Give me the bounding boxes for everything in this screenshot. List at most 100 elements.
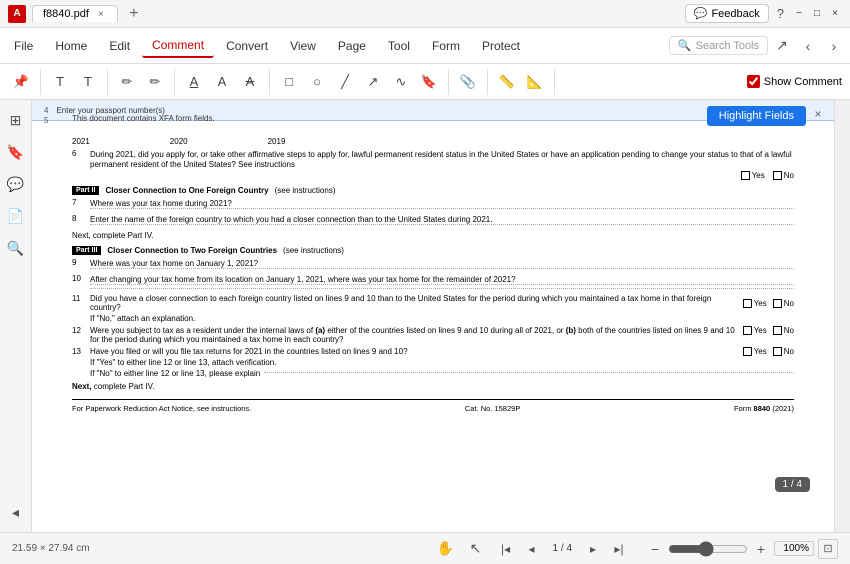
stamp-btn[interactable]: 🔖 [416, 69, 442, 95]
year-2019: 2019 [268, 137, 286, 146]
menu-view[interactable]: View [280, 35, 326, 57]
shape-btn-4[interactable]: ↗ [360, 69, 386, 95]
menu-form[interactable]: Form [422, 35, 470, 57]
measure-btn-2[interactable]: 📐 [522, 69, 548, 95]
zoom-slider[interactable] [668, 541, 748, 557]
minimize-button[interactable]: − [792, 7, 806, 21]
sticky-note-button[interactable]: 📌 [8, 69, 34, 95]
zoom-in-button[interactable]: + [752, 540, 770, 558]
menu-comment[interactable]: Comment [142, 34, 214, 58]
q12-content: Were you subject to tax as a resident un… [90, 326, 794, 344]
nav-back-button[interactable]: ‹ [796, 34, 820, 58]
q12-no: No [773, 326, 794, 335]
current-page: 1 [553, 543, 559, 554]
menu-protect[interactable]: Protect [472, 35, 530, 57]
q13-explain: If "No" to either line 12 or line 13, pl… [90, 369, 794, 378]
q12-no-box[interactable] [773, 326, 782, 335]
next-label-1: Next, complete Part IV. [72, 231, 154, 240]
text-btn-1[interactable]: T [47, 69, 73, 95]
shape-btn-2[interactable]: ○ [304, 69, 330, 95]
q6-no-box[interactable] [773, 171, 782, 180]
attach-btn[interactable]: 📎 [455, 69, 481, 95]
q6-checkboxes: Yes No [90, 171, 794, 180]
q13-subtext1: If "Yes" to either line 12 or line 13, a… [90, 358, 794, 367]
sidebar-page-thumbnail-icon[interactable]: ⊞ [4, 108, 28, 132]
q11-row: Did you have a closer connection to each… [90, 294, 794, 312]
q6-yes-box[interactable] [741, 171, 750, 180]
fit-page-button[interactable]: ⊡ [818, 539, 838, 559]
first-page-button[interactable]: |◂ [495, 538, 517, 560]
draw-btn[interactable]: ✏ [114, 69, 140, 95]
highlight-btn[interactable]: A [209, 69, 235, 95]
shape-btn-3[interactable]: ╱ [332, 69, 358, 95]
xfa-message: This document contains XFA form fields. [72, 114, 215, 123]
pdf-area: 4 Enter your passport number(s) 5 This d… [32, 100, 834, 532]
q7-text: Where was your tax home during 2021? [90, 199, 232, 208]
q11-text: Did you have a closer connection to each… [90, 294, 735, 312]
last-page-button[interactable]: ▸| [608, 538, 630, 560]
feedback-button[interactable]: 💬 Feedback [685, 4, 769, 23]
q13-subtext2: If "No" to either line 12 or line 13, pl… [90, 369, 260, 378]
menu-edit[interactable]: Edit [99, 35, 140, 57]
window-controls: − □ × [792, 7, 842, 21]
zoom-percentage[interactable]: 100% [774, 541, 814, 556]
sidebar-search-icon[interactable]: 🔍 [4, 236, 28, 260]
feedback-label: Feedback [711, 8, 759, 20]
footer-center: Cat. No. 15829P [465, 404, 520, 413]
menu-file[interactable]: File [4, 35, 43, 57]
next-label-2: complete Part IV. [94, 382, 155, 391]
q8-line [90, 224, 794, 225]
share-button[interactable]: ↗ [770, 34, 794, 58]
question-8: 8 Enter the name of the foreign country … [72, 214, 794, 227]
show-comment-checkbox[interactable] [747, 75, 760, 88]
hand-tool-button[interactable]: ✋ [435, 538, 457, 560]
menu-tool[interactable]: Tool [378, 35, 420, 57]
help-icon[interactable]: ? [777, 6, 784, 21]
next-page-button[interactable]: ▸ [582, 538, 604, 560]
shape-btn[interactable]: □ [276, 69, 302, 95]
q11-yes-box[interactable] [743, 299, 752, 308]
text-btn-2[interactable]: T [75, 69, 101, 95]
measure-btn[interactable]: 📏 [494, 69, 520, 95]
sidebar-pages-icon[interactable]: 📄 [4, 204, 28, 228]
page-nav-controls: |◂ ◂ 1 / 4 ▸ ▸| [495, 538, 630, 560]
highlight-fields-button[interactable]: Highlight Fields [707, 106, 806, 126]
draw-btn-2[interactable]: ✏ [142, 69, 168, 95]
search-tools[interactable]: 🔍 Search Tools [669, 36, 768, 55]
menu-page[interactable]: Page [328, 35, 376, 57]
q11-content: Did you have a closer connection to each… [90, 294, 794, 323]
nav-forward-button[interactable]: › [822, 34, 846, 58]
pdf-tab[interactable]: f8840.pdf × [32, 5, 118, 22]
shape-btn-5[interactable]: ∿ [388, 69, 414, 95]
new-tab-button[interactable]: + [124, 4, 144, 24]
right-sidebar [834, 100, 850, 532]
q13-row: Have you filed or will you file tax retu… [90, 347, 794, 356]
q12-yes-box[interactable] [743, 326, 752, 335]
select-tool-button[interactable]: ↖ [465, 538, 487, 560]
q6-yes: Yes [741, 171, 765, 180]
q13-yes-box[interactable] [743, 347, 752, 356]
menu-convert[interactable]: Convert [216, 35, 278, 57]
sidebar-comment-icon[interactable]: 💬 [4, 172, 28, 196]
q6-content: During 2021, did you apply for, or take … [90, 149, 794, 180]
line-5-num: 5 [44, 116, 48, 125]
close-window-button[interactable]: × [828, 7, 842, 21]
xfa-close-button[interactable]: × [810, 106, 826, 122]
q13-explain-line [264, 372, 794, 373]
maximize-button[interactable]: □ [810, 7, 824, 21]
sidebar-bookmark-icon[interactable]: 🔖 [4, 140, 28, 164]
strikethrough-btn[interactable]: A [237, 69, 263, 95]
prev-page-button[interactable]: ◂ [521, 538, 543, 560]
menu-home[interactable]: Home [45, 35, 97, 57]
underline-btn[interactable]: A [181, 69, 207, 95]
search-tools-label: Search Tools [696, 40, 759, 52]
q11-no-box[interactable] [773, 299, 782, 308]
total-pages: 4 [566, 543, 572, 554]
part-ii-label: Part II [72, 186, 99, 195]
close-tab-button[interactable]: × [95, 8, 107, 20]
q13-no-box[interactable] [773, 347, 782, 356]
zoom-out-button[interactable]: − [646, 540, 664, 558]
menu-bar: File Home Edit Comment Convert View Page… [0, 28, 850, 64]
sidebar-collapse-icon[interactable]: ◂ [4, 500, 28, 524]
dimensions-label: 21.59 × 27.94 cm [12, 543, 427, 554]
